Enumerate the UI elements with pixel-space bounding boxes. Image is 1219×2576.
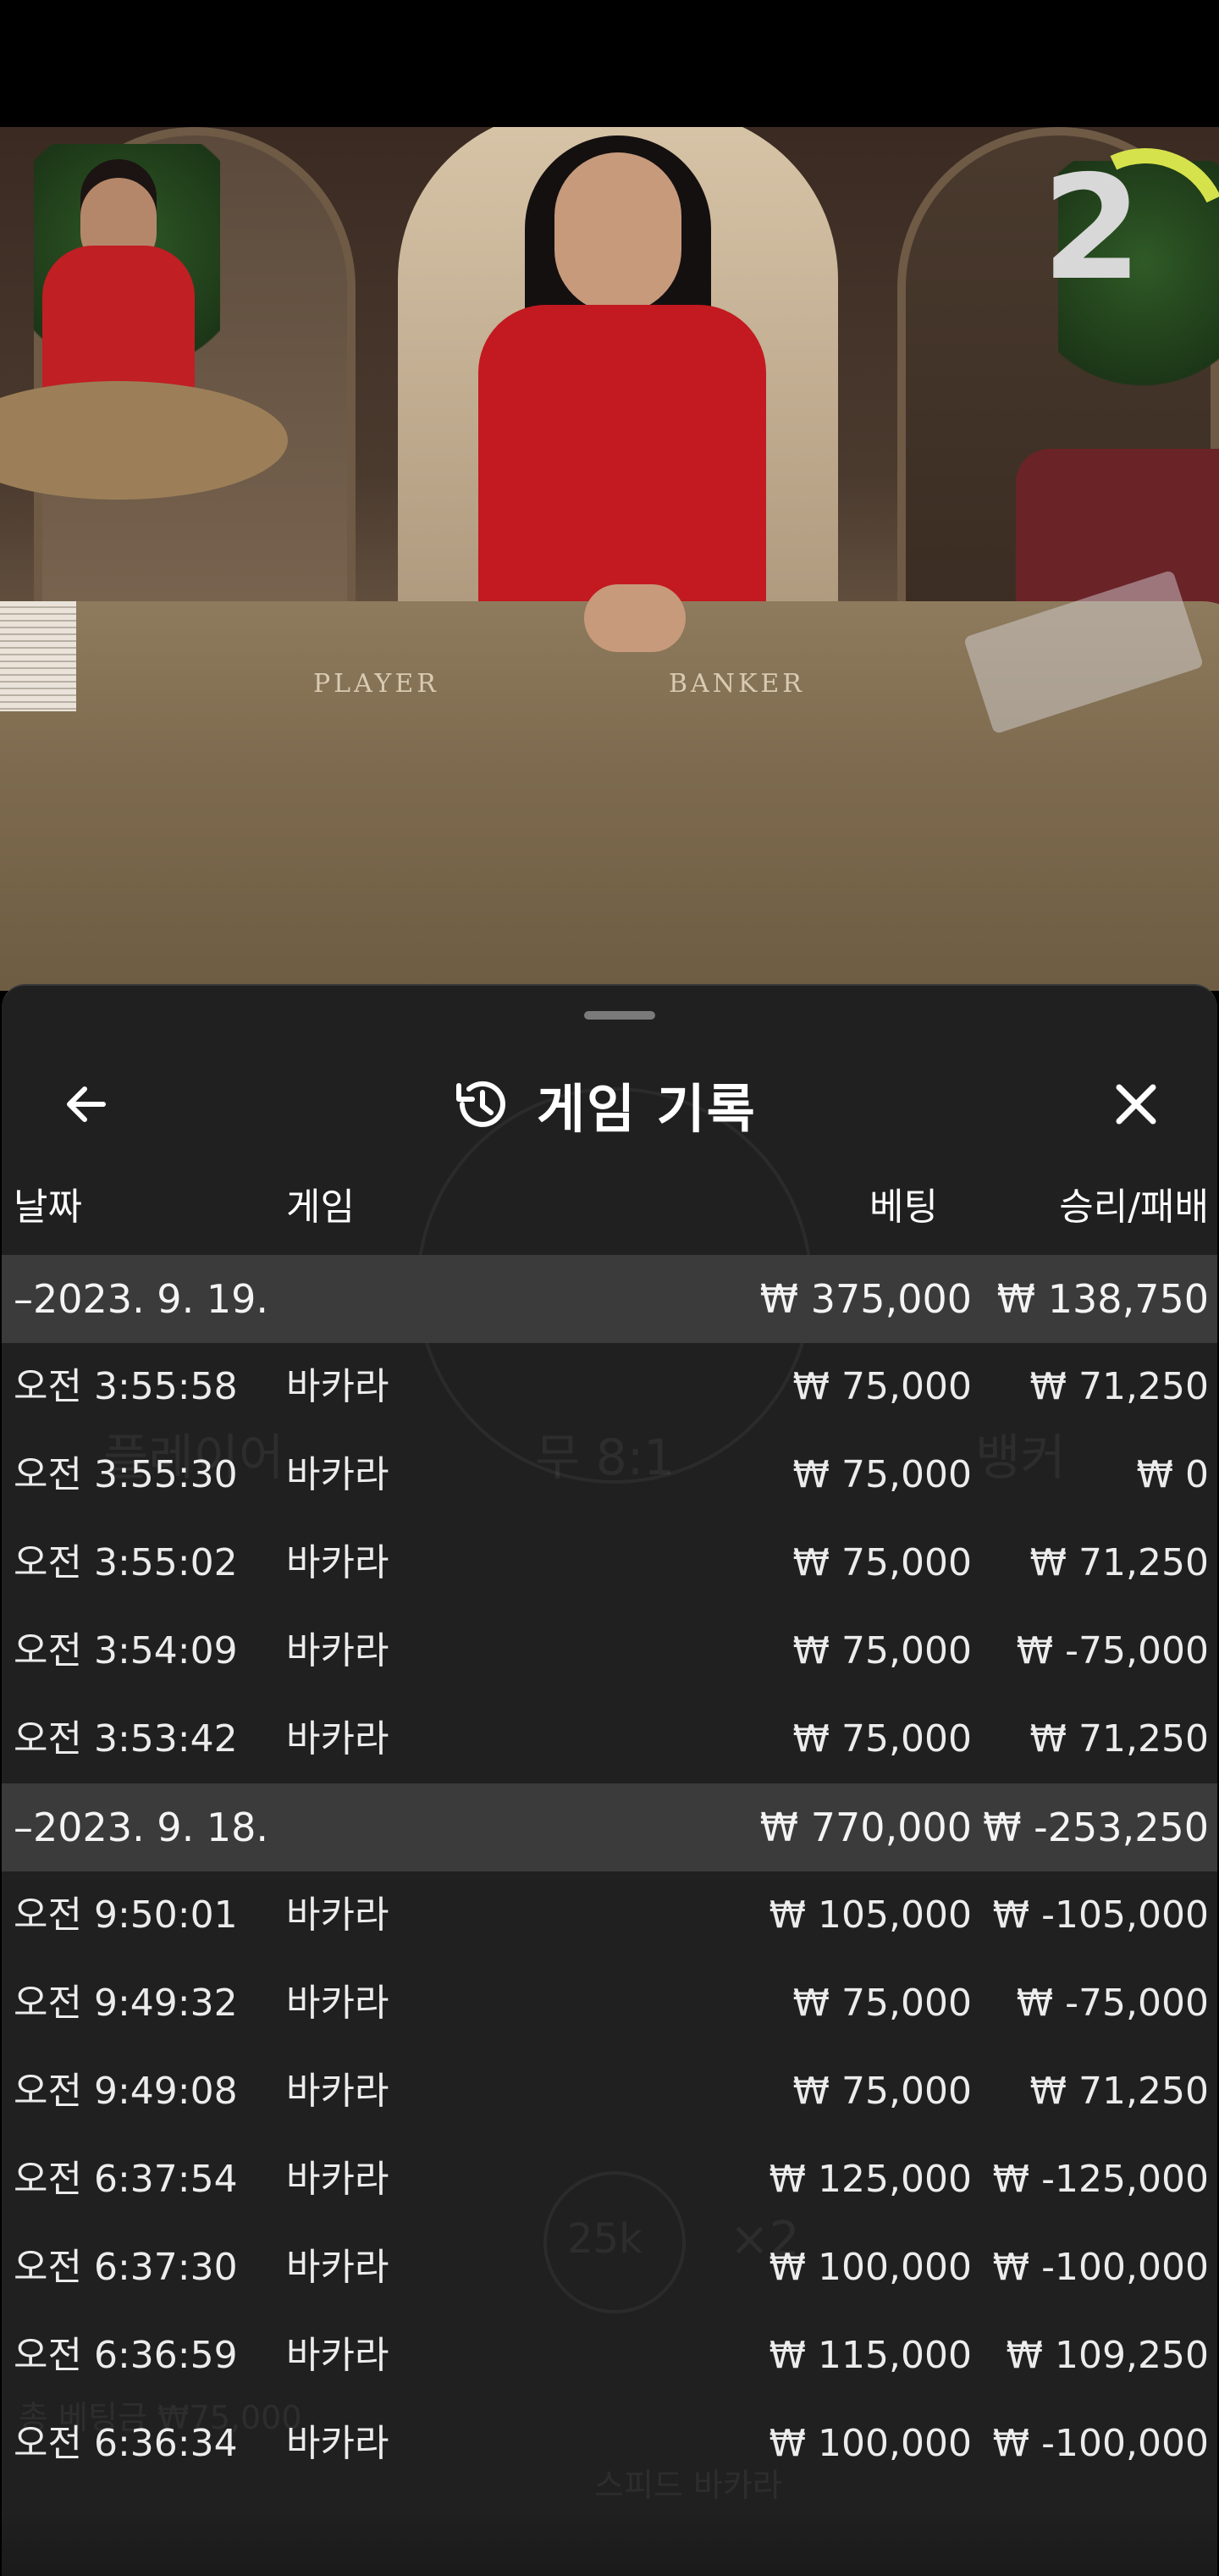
row-bet: ₩ 115,000 [769, 2334, 972, 2377]
history-row: 오전 6:36:59 바카라 ₩ 115,000 ₩ 109,250 [2, 2312, 1217, 2400]
row-result: ₩ -75,000 [1016, 1982, 1209, 2025]
bottom-fade [2, 2510, 1217, 2576]
row-date: 오전 3:53:42 [14, 1717, 238, 1761]
row-date: 오전 3:55:58 [14, 1365, 238, 1408]
row-bet: ₩ 75,000 [792, 1982, 972, 2025]
history-row: 오전 9:50:01 바카라 ₩ 105,000 ₩ -105,000 [2, 1871, 1217, 1960]
row-date: 오전 3:55:30 [14, 1453, 238, 1496]
history-row: 오전 6:36:34 바카라 ₩ 100,000 ₩ -100,000 [2, 2400, 1217, 2488]
row-result: ₩ 71,250 [1029, 1365, 1209, 1408]
date-group-row[interactable]: –2023. 9. 18. ₩ 770,000 ₩ -253,250 [2, 1783, 1217, 1871]
table-label-player: PLAYER [313, 669, 439, 699]
history-row: 오전 3:54:09 바카라 ₩ 75,000 ₩ -75,000 [2, 1607, 1217, 1695]
row-game: 바카라 [286, 1453, 389, 1496]
row-result: ₩ 71,250 [1029, 1541, 1209, 1584]
row-bet: ₩ 100,000 [769, 2422, 972, 2465]
history-row: 오전 9:49:08 바카라 ₩ 75,000 ₩ 71,250 [2, 2048, 1217, 2136]
sheet-header: 게임 기록 [2, 1045, 1217, 1164]
close-icon [1116, 1084, 1156, 1125]
row-game: 바카라 [286, 2334, 389, 2377]
row-date: 오전 3:54:09 [14, 1629, 238, 1672]
history-row: 오전 3:53:42 바카라 ₩ 75,000 ₩ 71,250 [2, 1695, 1217, 1783]
row-result: ₩ 71,250 [1029, 2070, 1209, 2113]
drag-handle[interactable] [584, 1011, 655, 1020]
row-game: 바카라 [286, 1541, 389, 1584]
history-row: 오전 3:55:58 바카라 ₩ 75,000 ₩ 71,250 [2, 1343, 1217, 1431]
row-bet: ₩ 75,000 [792, 2070, 972, 2113]
history-row: 오전 6:37:30 바카라 ₩ 100,000 ₩ -100,000 [2, 2224, 1217, 2312]
row-game: 바카라 [286, 2158, 389, 2201]
row-game: 바카라 [286, 1982, 389, 2025]
row-result: ₩ 138,750 [996, 1276, 1209, 1322]
card-stack [0, 601, 76, 711]
dealer-head [554, 152, 681, 313]
status-bar [0, 0, 1219, 127]
arrow-left-icon [67, 1086, 106, 1122]
row-result: ₩ 109,250 [1006, 2334, 1209, 2377]
sheet-title-group: 게임 기록 [450, 1062, 757, 1147]
row-result: ₩ -100,000 [992, 2422, 1209, 2465]
row-game: 바카라 [286, 2422, 389, 2465]
row-date: 오전 6:37:54 [14, 2158, 238, 2201]
dealer-hands [584, 584, 686, 652]
row-bet: ₩ 375,000 [759, 1276, 972, 1322]
history-row: 오전 3:55:02 바카라 ₩ 75,000 ₩ 71,250 [2, 1519, 1217, 1607]
back-button[interactable] [52, 1070, 120, 1138]
row-bet: ₩ 75,000 [792, 1717, 972, 1761]
row-date: 오전 6:36:59 [14, 2334, 238, 2377]
row-game: 바카라 [286, 2246, 389, 2289]
column-header-date: 날짜 [14, 1186, 82, 1229]
game-history-sheet: 플레이어 무 8:1 뱅커 25k ×2 총 베팅금 ₩75,000 스피드 바… [2, 984, 1217, 2576]
history-row: 오전 9:49:32 바카라 ₩ 75,000 ₩ -75,000 [2, 1960, 1217, 2048]
row-result: ₩ -75,000 [1016, 1629, 1209, 1672]
row-date: 오전 9:49:32 [14, 1982, 238, 2025]
row-date: 오전 9:50:01 [14, 1893, 238, 1937]
row-date: 오전 9:49:08 [14, 2070, 238, 2113]
row-date: –2023. 9. 19. [14, 1276, 268, 1322]
row-game: 바카라 [286, 1629, 389, 1672]
live-video-feed: PLAYER BANKER 2 [0, 127, 1219, 991]
row-bet: ₩ 75,000 [792, 1365, 972, 1408]
row-bet: ₩ 105,000 [769, 1893, 972, 1937]
row-result: ₩ -253,250 [983, 1805, 1209, 1850]
row-game: 바카라 [286, 1365, 389, 1408]
history-row: 오전 6:37:54 바카라 ₩ 125,000 ₩ -125,000 [2, 2136, 1217, 2224]
history-icon [456, 1081, 505, 1127]
row-result: ₩ 0 [1136, 1453, 1210, 1496]
row-game: 바카라 [286, 1717, 389, 1761]
row-result: ₩ -105,000 [992, 1893, 1209, 1937]
row-date: 오전 3:55:02 [14, 1541, 238, 1584]
table-label-banker: BANKER [669, 669, 805, 699]
row-bet: ₩ 100,000 [769, 2246, 972, 2289]
row-result: ₩ -125,000 [992, 2158, 1209, 2201]
column-header-result: 승리/패배 [1059, 1186, 1209, 1229]
row-result: ₩ -100,000 [992, 2246, 1209, 2289]
row-date: –2023. 9. 18. [14, 1805, 268, 1850]
date-group-row[interactable]: –2023. 9. 19. ₩ 375,000 ₩ 138,750 [2, 1255, 1217, 1343]
row-bet: ₩ 770,000 [759, 1805, 972, 1850]
row-result: ₩ 71,250 [1029, 1717, 1209, 1761]
row-bet: ₩ 75,000 [792, 1541, 972, 1584]
history-row: 오전 3:55:30 바카라 ₩ 75,000 ₩ 0 [2, 1431, 1217, 1519]
row-bet: ₩ 125,000 [769, 2158, 972, 2201]
row-game: 바카라 [286, 1893, 389, 1937]
row-date: 오전 6:36:34 [14, 2422, 238, 2465]
row-game: 바카라 [286, 2070, 389, 2113]
sheet-title: 게임 기록 [537, 1078, 757, 1140]
row-bet: ₩ 75,000 [792, 1453, 972, 1496]
row-bet: ₩ 75,000 [792, 1629, 972, 1672]
close-button[interactable] [1102, 1070, 1170, 1138]
column-header-bet: 베팅 [869, 1186, 938, 1229]
row-date: 오전 6:37:30 [14, 2246, 238, 2289]
column-header-game: 게임 [286, 1186, 355, 1229]
countdown-timer: 2 [1041, 145, 1143, 312]
